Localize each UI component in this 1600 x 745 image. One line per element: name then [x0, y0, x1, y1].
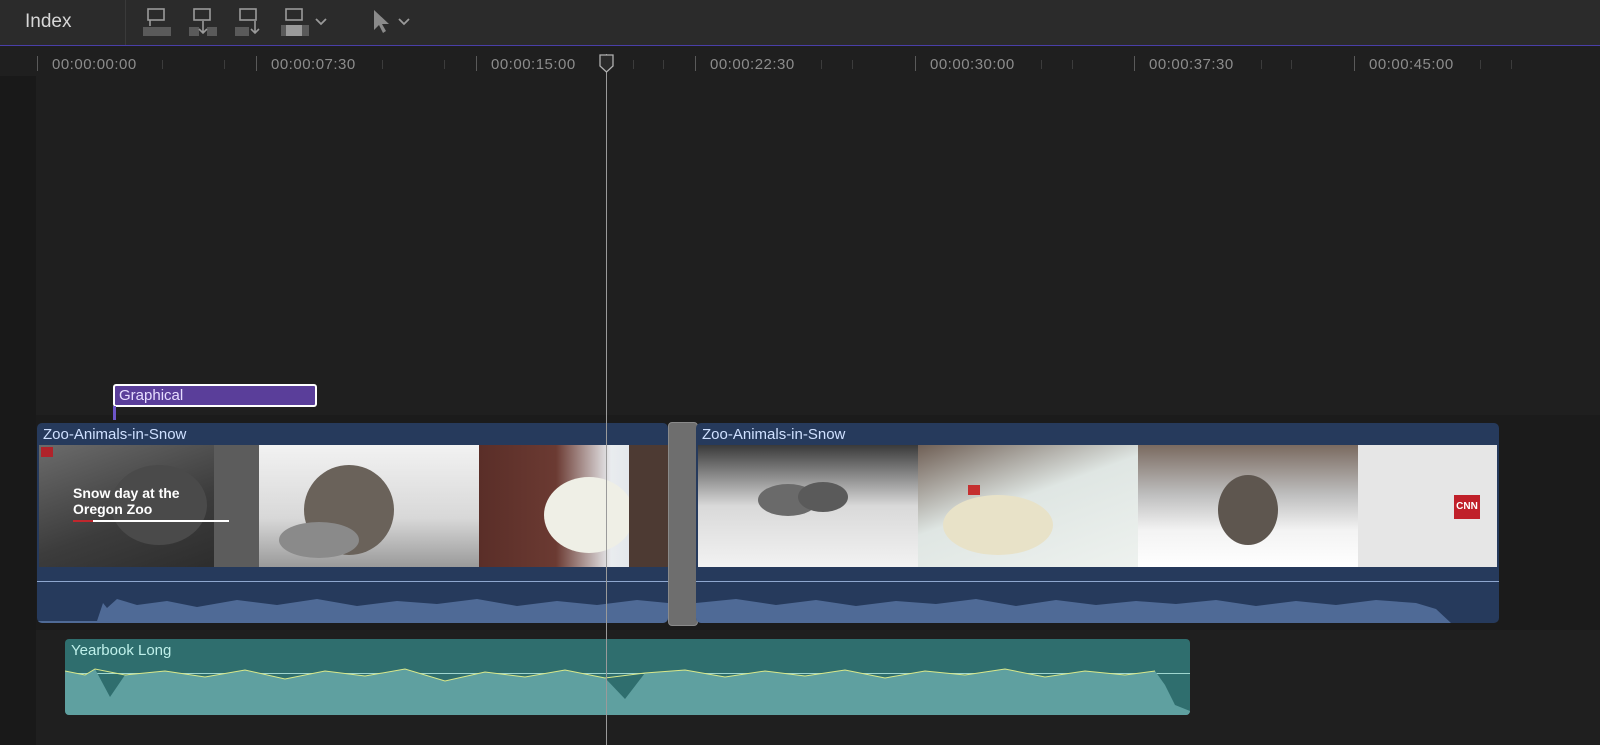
timecode-label: 00:00:30:00 — [930, 56, 1015, 73]
chevron-down-icon — [398, 18, 410, 26]
filmstrip: Snow day at the Oregon Zoo — [39, 445, 668, 567]
timecode-ruler[interactable]: 00:00:00:00 00:00:07:30 00:00:15:00 00:0… — [0, 46, 1600, 76]
ruler-tick — [382, 60, 383, 69]
graphical-title-clip[interactable]: Graphical — [113, 384, 317, 407]
thumbnail: CNN — [1358, 445, 1497, 567]
cross-dissolve-transition[interactable] — [668, 422, 698, 626]
append-clip-icon[interactable] — [233, 6, 265, 38]
playhead-handle-icon[interactable] — [599, 54, 614, 74]
ruler-tick — [37, 56, 38, 71]
select-tool-icon[interactable] — [370, 6, 418, 38]
video-clip[interactable]: Zoo-Animals-in-Snow CNN — [696, 423, 1499, 623]
overlay-text: Oregon Zoo — [73, 501, 153, 517]
ruler-tick — [663, 60, 664, 69]
insert-clip-icon[interactable] — [187, 6, 219, 38]
audio-waveform — [65, 668, 1190, 715]
timeline-toolbar: Index — [0, 0, 1600, 46]
cnn-logo: CNN — [1454, 495, 1480, 519]
ruler-tick — [444, 60, 445, 69]
index-button[interactable]: Index — [25, 11, 71, 33]
ruler-tick — [633, 60, 634, 69]
ruler-tick — [1354, 56, 1355, 71]
overwrite-clip-icon[interactable] — [279, 6, 335, 38]
title-clip-label: Graphical — [119, 387, 184, 404]
ruler-tick — [821, 60, 822, 69]
playhead[interactable] — [606, 54, 607, 745]
timecode-label: 00:00:15:00 — [491, 56, 576, 73]
ruler-tick — [256, 56, 257, 71]
ruler-tick — [162, 60, 163, 69]
ruler-tick — [1134, 56, 1135, 71]
video-clip[interactable]: Zoo-Animals-in-Snow Snow day at the Oreg… — [37, 423, 668, 623]
thumbnail — [698, 445, 918, 567]
thumbnail — [918, 445, 1138, 567]
ruler-tick — [1291, 60, 1292, 69]
timecode-label: 00:00:22:30 — [710, 56, 795, 73]
filmstrip: CNN — [698, 445, 1497, 567]
overlay-text: Snow day at the — [73, 485, 180, 501]
ruler-tick — [852, 60, 853, 69]
timecode-label: 00:00:45:00 — [1369, 56, 1454, 73]
timecode-label: 00:00:00:00 — [52, 56, 137, 73]
clip-title: Zoo-Animals-in-Snow — [43, 426, 187, 443]
ruler-tick — [695, 56, 696, 71]
ruler-tick — [1261, 60, 1262, 69]
ruler-tick — [1072, 60, 1073, 69]
thumbnail: Snow day at the Oregon Zoo — [39, 445, 259, 567]
clip-waveform — [37, 599, 668, 623]
audio-clip[interactable]: Yearbook Long — [65, 639, 1190, 715]
ruler-tick — [1480, 60, 1481, 69]
clip-title: Yearbook Long — [71, 642, 172, 659]
thumbnail — [1138, 445, 1358, 567]
ruler-tick — [1511, 60, 1512, 69]
chevron-down-icon — [315, 18, 327, 26]
timecode-label: 00:00:37:30 — [1149, 56, 1234, 73]
thumbnail — [479, 445, 668, 567]
clip-title: Zoo-Animals-in-Snow — [702, 426, 846, 443]
timeline-gutter — [0, 76, 36, 745]
ruler-tick — [476, 56, 477, 71]
ruler-tick — [224, 60, 225, 69]
thumbnail — [259, 445, 479, 567]
ruler-tick — [1041, 60, 1042, 69]
toolbar-divider — [125, 0, 126, 45]
ruler-tick — [915, 56, 916, 71]
clip-waveform — [696, 599, 1451, 623]
connection-line — [113, 406, 116, 420]
connect-clip-icon[interactable] — [141, 6, 173, 38]
timecode-label: 00:00:07:30 — [271, 56, 356, 73]
